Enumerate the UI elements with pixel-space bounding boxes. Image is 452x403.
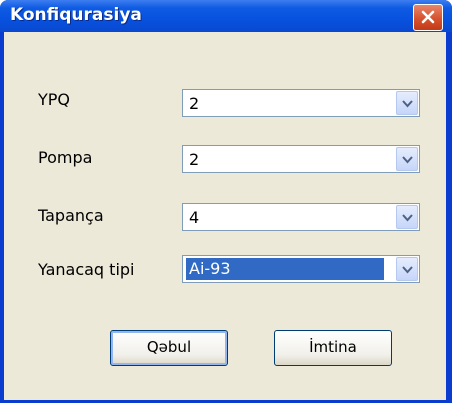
pompa-select[interactable]: 2 (182, 145, 420, 173)
title-bar[interactable]: Konfiqurasiya (0, 0, 452, 32)
pompa-value: 2 (189, 150, 199, 169)
ypq-dropdown-button[interactable] (396, 91, 418, 115)
chevron-down-icon (402, 100, 413, 108)
tapanca-label: Tapança (38, 206, 104, 225)
ok-button[interactable]: Qəbul (110, 330, 228, 366)
close-button[interactable] (413, 4, 443, 31)
ypq-select[interactable]: 2 (182, 89, 420, 117)
close-icon (421, 10, 435, 24)
chevron-down-icon (402, 156, 413, 164)
pompa-dropdown-button[interactable] (396, 147, 418, 171)
ypq-label: YPQ (38, 90, 70, 109)
tapanca-value: 4 (189, 208, 199, 227)
fuel-type-value: Ai-93 (189, 259, 231, 278)
fuel-type-label: Yanacaq tipi (38, 260, 134, 279)
tapanca-dropdown-button[interactable] (396, 205, 418, 229)
ypq-value: 2 (189, 94, 199, 113)
fuel-type-select[interactable]: Ai-93 (182, 255, 420, 283)
dialog-content: YPQ 2 Pompa 2 Tapança 4 (4, 32, 446, 400)
fuel-type-selection-highlight: Ai-93 (186, 258, 384, 280)
chevron-down-icon (402, 214, 413, 222)
cancel-button[interactable]: İmtina (274, 330, 392, 366)
tapanca-select[interactable]: 4 (182, 203, 420, 231)
chevron-down-icon (402, 266, 413, 274)
fuel-type-dropdown-button[interactable] (396, 257, 418, 281)
dialog-window: Konfiqurasiya YPQ 2 Pompa 2 (0, 0, 452, 403)
pompa-label: Pompa (38, 148, 92, 167)
window-title: Konfiqurasiya (10, 5, 142, 25)
